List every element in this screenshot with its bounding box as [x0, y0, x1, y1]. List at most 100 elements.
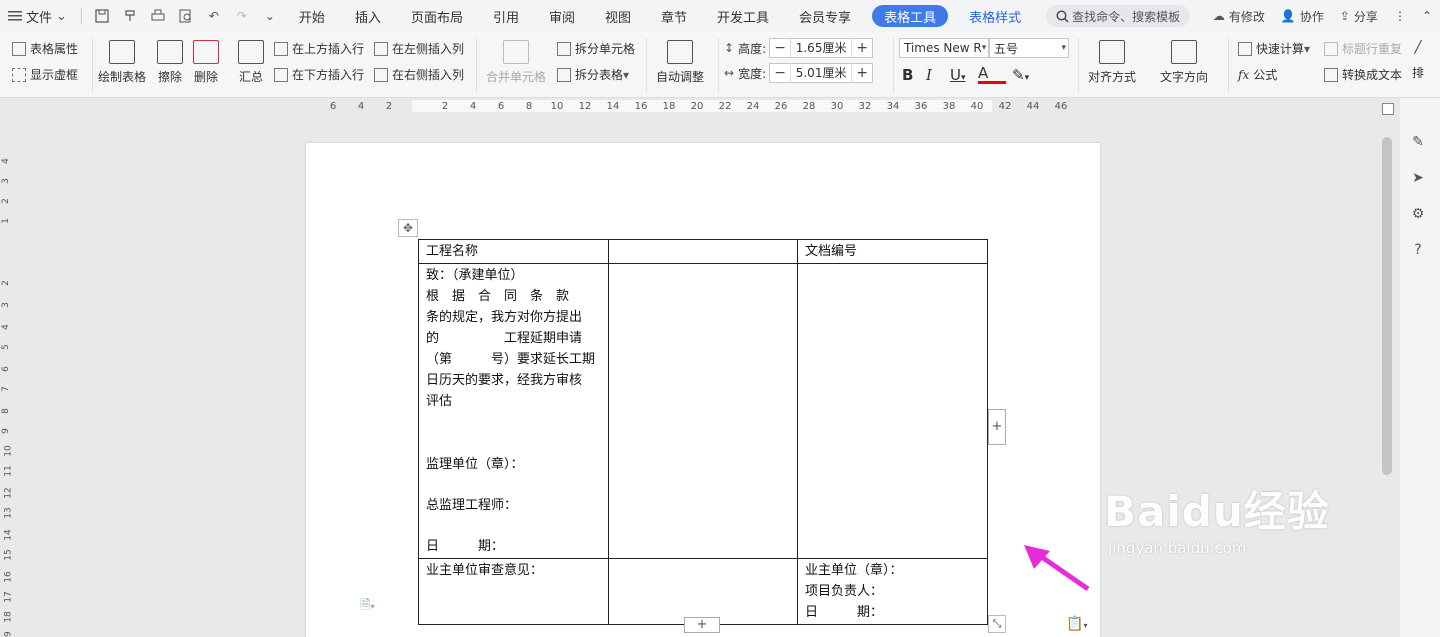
tab-table-style[interactable]: 表格样式: [954, 7, 1036, 26]
scroll-top-icon[interactable]: [1382, 103, 1394, 115]
letter-line: 条的规定，我方对你方提出: [426, 310, 583, 325]
height-increment-button[interactable]: +: [852, 40, 872, 56]
settings-sliders-icon[interactable]: ⚙: [1409, 205, 1427, 223]
delete-button[interactable]: 删除: [193, 40, 219, 85]
vertical-ruler[interactable]: 4 3 2 1 2 3 4 5 6 7 8 9 10 11 12 13 14 15 16 17 18 19: [0, 116, 16, 637]
table-resize-icon[interactable]: ⤡: [988, 615, 1006, 633]
formula-button[interactable]: fx 公式: [1238, 66, 1277, 83]
underline-icon[interactable]: U▾: [950, 66, 978, 84]
auto-adjust-label: 自动调整: [656, 70, 705, 84]
tab-references[interactable]: 引用: [478, 7, 534, 26]
print-icon[interactable]: [146, 4, 170, 28]
vertical-scrollbar[interactable]: [1382, 137, 1392, 475]
table-cell[interactable]: [797, 263, 988, 559]
show-grid-button[interactable]: 显示虚框: [12, 66, 78, 83]
table-cell-owner-review[interactable]: 业主单位审查意见：: [418, 558, 609, 625]
paste-options-icon[interactable]: 📋▾: [1066, 616, 1087, 632]
ruler-tick-label: 1: [0, 218, 11, 224]
bold-icon[interactable]: B: [902, 66, 926, 84]
table-cell-letter[interactable]: 致：（承建单位） 根 据 合 同 条 款 条的规定，我方对你方提出 的 工程延期…: [418, 263, 609, 559]
tab-home[interactable]: 开始: [284, 7, 340, 26]
share-button[interactable]: ⇪ 分享: [1332, 8, 1386, 25]
height-decrement-button[interactable]: −: [770, 40, 790, 56]
format-painter-icon[interactable]: [118, 4, 142, 28]
undo-icon[interactable]: ↶: [202, 4, 226, 28]
height-label: 高度:: [738, 41, 767, 56]
eraser-icon: [157, 40, 183, 64]
convert-to-text-button[interactable]: 转换成文本: [1324, 66, 1402, 83]
letter-line: （第 号）要求延长工期: [426, 352, 596, 367]
align-button[interactable]: 对齐方式: [1088, 40, 1136, 85]
document-icon[interactable]: 🗎▾: [360, 596, 374, 618]
tab-view[interactable]: 视图: [590, 7, 646, 26]
tab-insert[interactable]: 插入: [340, 7, 396, 26]
edit-pen-icon[interactable]: ✎: [1409, 133, 1427, 151]
insert-col-left-button[interactable]: 在左侧插入列: [374, 40, 464, 57]
customize-quick-access-icon[interactable]: ⌄: [258, 4, 282, 28]
erase-button[interactable]: 擦除: [157, 40, 183, 85]
height-stepper[interactable]: − 1.65厘米 +: [769, 38, 874, 58]
text-direction-button[interactable]: 文字方向: [1160, 40, 1208, 85]
table-move-handle-icon[interactable]: ✥: [398, 219, 418, 237]
convert-text-icon: [1324, 67, 1338, 82]
add-row-button[interactable]: +: [684, 617, 720, 633]
tab-table-tools[interactable]: 表格工具: [872, 5, 949, 27]
tab-page-layout[interactable]: 页面布局: [396, 7, 478, 26]
auto-adjust-button[interactable]: 自动调整: [656, 40, 704, 85]
font-name-select[interactable]: Times New R ▾: [899, 38, 989, 58]
width-increment-button[interactable]: +: [852, 65, 872, 81]
tab-developer[interactable]: 开发工具: [702, 7, 784, 26]
save-icon[interactable]: [90, 4, 114, 28]
collab-button[interactable]: 👤 协作: [1273, 8, 1332, 25]
hamburger-icon: [8, 10, 22, 22]
insert-row-above-button[interactable]: 在上方插入行: [274, 40, 364, 57]
title-repeat-button[interactable]: 标题行重复: [1324, 40, 1402, 57]
table-properties-button[interactable]: 表格属性: [12, 40, 78, 57]
split-table-button[interactable]: 拆分表格 ▾: [557, 66, 629, 83]
changes-button[interactable]: ☁ 有修改: [1205, 8, 1273, 25]
table-cell[interactable]: [608, 263, 798, 559]
ruler-tick-label: 20: [690, 101, 704, 112]
quick-calc-button[interactable]: 快速计算 ▾: [1238, 40, 1310, 57]
print-preview-icon[interactable]: [174, 4, 198, 28]
ruler-tick-label: 13: [3, 507, 14, 519]
table-cell-doc-number[interactable]: 文档编号: [797, 239, 988, 264]
merge-cells-button[interactable]: 合并单元格: [486, 40, 546, 85]
command-search[interactable]: 查找命令、搜索模板: [1046, 5, 1191, 27]
collab-label: 协作: [1299, 9, 1324, 24]
table-cell[interactable]: [608, 558, 798, 625]
draw-table-button[interactable]: 绘制表格: [98, 40, 146, 85]
arrange-button[interactable]: ╱ 排: [1412, 40, 1424, 81]
ruler-tick-label: 5: [0, 344, 11, 350]
highlight-icon[interactable]: ✎▾: [1012, 66, 1040, 84]
horizontal-ruler[interactable]: 6 4 2 2 4 6 8 10 12 14 16 18 20 22 24 26 28 30 32 34 36 38 40 4…: [0, 98, 1380, 116]
summary-button[interactable]: 汇总: [238, 40, 264, 85]
help-icon[interactable]: ?: [1409, 241, 1427, 259]
redo-icon[interactable]: ↷: [230, 4, 254, 28]
tab-member[interactable]: 会员专享: [784, 7, 866, 26]
split-cells-button[interactable]: 拆分单元格: [557, 40, 635, 57]
document-table[interactable]: 工程名称 文档编号 致：（承建单位） 根 据 合 同 条 款 条的规定，我方对你…: [418, 239, 988, 625]
tab-review[interactable]: 审阅: [534, 7, 590, 26]
tab-section[interactable]: 章节: [646, 7, 702, 26]
insert-col-right-button[interactable]: 在右侧插入列: [374, 66, 464, 83]
align-label: 对齐方式: [1088, 70, 1137, 84]
document-page[interactable]: ✥ 工程名称 文档编号 致：（承建单位） 根 据 合 同 条 款 条的规定，我方…: [306, 143, 1100, 637]
cursor-icon[interactable]: ➤: [1409, 169, 1427, 187]
italic-icon[interactable]: I: [926, 66, 950, 84]
width-stepper[interactable]: − 5.01厘米 +: [769, 63, 874, 83]
file-menu[interactable]: 文件 ⌄: [0, 0, 75, 32]
font-size-select[interactable]: 五号 ▾: [989, 38, 1069, 58]
font-color-icon[interactable]: A: [978, 65, 1006, 84]
height-value[interactable]: 1.65厘米: [790, 39, 853, 57]
more-icon[interactable]: ⋮: [1386, 9, 1414, 23]
table-row: 致：（承建单位） 根 据 合 同 条 款 条的规定，我方对你方提出 的 工程延期…: [418, 263, 988, 559]
collapse-ribbon-icon[interactable]: ⌃: [1414, 9, 1440, 23]
width-value[interactable]: 5.01厘米: [790, 64, 853, 82]
table-cell-owner-sign[interactable]: 业主单位（章）： 项目负责人： 日 期：: [797, 558, 988, 625]
add-column-button[interactable]: +: [988, 409, 1006, 445]
insert-row-below-button[interactable]: 在下方插入行: [274, 66, 364, 83]
table-cell[interactable]: [608, 239, 798, 264]
width-decrement-button[interactable]: −: [770, 65, 790, 81]
table-cell-project-name[interactable]: 工程名称: [418, 239, 609, 264]
